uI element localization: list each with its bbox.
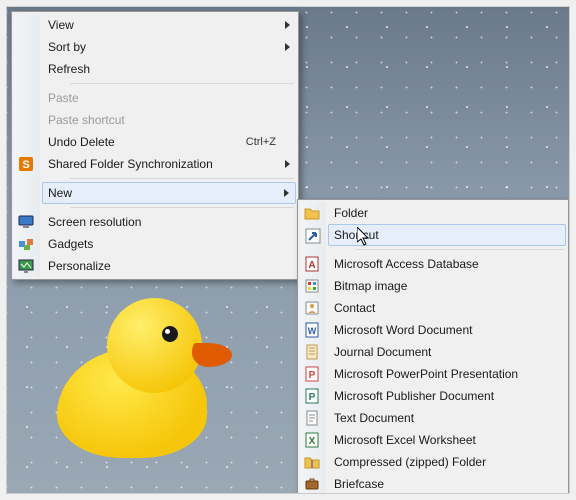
word-icon: W [304,322,320,338]
menu-item-paste: Paste [42,87,296,109]
submenu-item-bitmap[interactable]: Bitmap image [328,275,566,297]
bitmap-icon [304,278,320,294]
svg-text:P: P [309,370,316,381]
zip-icon [304,454,320,470]
chevron-right-icon [284,189,289,197]
menu-item-new[interactable]: New [42,182,296,204]
menu-label: Compressed (zipped) Folder [334,455,546,469]
excel-icon: X [304,432,320,448]
chevron-right-icon [285,21,290,29]
menu-label: Microsoft Access Database [334,257,546,271]
desktop-wallpaper: groovyPost.com View Sort by Refresh Past… [6,6,570,494]
powerpoint-icon: P [304,366,320,382]
menu-label: Briefcase [334,477,546,491]
menu-label: Microsoft PowerPoint Presentation [334,367,546,381]
menu-item-personalize[interactable]: Personalize [42,255,296,277]
menu-item-screen-resolution[interactable]: Screen resolution [42,211,296,233]
text-icon [304,410,320,426]
menu-label: Gadgets [48,237,276,251]
submenu-item-word[interactable]: W Microsoft Word Document [328,319,566,341]
menu-label: Paste shortcut [48,113,276,127]
submenu-item-access[interactable]: A Microsoft Access Database [328,253,566,275]
submenu-item-contact[interactable]: Contact [328,297,566,319]
menu-item-shared-folder-sync[interactable]: S Shared Folder Synchronization [42,153,296,175]
menu-label: Contact [334,301,546,315]
chevron-right-icon [285,43,290,51]
submenu-item-zip[interactable]: Compressed (zipped) Folder [328,451,566,473]
menu-separator [70,83,294,84]
menu-label: Undo Delete [48,135,246,149]
menu-label: Shared Folder Synchronization [48,157,276,171]
menu-label: View [48,18,276,32]
desktop-context-menu[interactable]: View Sort by Refresh Paste Paste shortcu… [11,11,299,280]
access-icon: A [304,256,320,272]
menu-separator [70,207,294,208]
chevron-right-icon [285,160,290,168]
svg-text:P: P [309,392,316,403]
shortcut-icon [305,228,321,244]
menu-item-gadgets[interactable]: Gadgets [42,233,296,255]
svg-text:X: X [309,436,316,447]
submenu-item-excel[interactable]: X Microsoft Excel Worksheet [328,429,566,451]
submenu-item-publisher[interactable]: P Microsoft Publisher Document [328,385,566,407]
journal-icon [304,344,320,360]
svg-text:S: S [22,159,29,171]
gadgets-icon [18,236,34,252]
menu-item-undo-delete[interactable]: Undo Delete Ctrl+Z [42,131,296,153]
menu-item-paste-shortcut: Paste shortcut [42,109,296,131]
menu-label: Sort by [48,40,276,54]
menu-label: Text Document [334,411,546,425]
menu-item-sort-by[interactable]: Sort by [42,36,296,58]
rubber-duck-image [47,298,227,458]
menu-label: Microsoft Word Document [334,323,546,337]
submenu-item-powerpoint[interactable]: P Microsoft PowerPoint Presentation [328,363,566,385]
menu-label: Screen resolution [48,215,276,229]
menu-label: Paste [48,91,276,105]
new-submenu[interactable]: Folder Shortcut A Microsoft Access Datab… [297,199,569,494]
submenu-item-folder[interactable]: Folder [328,202,566,224]
submenu-item-text[interactable]: Text Document [328,407,566,429]
folder-icon [304,205,320,221]
menu-label: Microsoft Excel Worksheet [334,433,546,447]
menu-label: Journal Document [334,345,546,359]
menu-label: Microsoft Publisher Document [334,389,546,403]
contact-icon [304,300,320,316]
menu-label: Refresh [48,62,276,76]
menu-separator [70,178,294,179]
personalize-icon [18,258,34,274]
menu-label: Bitmap image [334,279,546,293]
publisher-icon: P [304,388,320,404]
menu-shortcut: Ctrl+Z [246,136,276,148]
menu-label: Personalize [48,259,276,273]
menu-label: New [48,186,276,200]
monitor-icon [18,214,34,230]
menu-item-view[interactable]: View [42,14,296,36]
submenu-item-briefcase[interactable]: Briefcase [328,473,566,494]
menu-label: Folder [334,206,546,220]
mouse-cursor-icon [357,227,371,247]
menu-item-refresh[interactable]: Refresh [42,58,296,80]
submenu-item-journal[interactable]: Journal Document [328,341,566,363]
sync-icon: S [18,156,34,172]
svg-text:A: A [308,260,315,271]
briefcase-icon [304,476,320,492]
menu-separator [356,249,564,250]
svg-text:W: W [308,326,317,336]
